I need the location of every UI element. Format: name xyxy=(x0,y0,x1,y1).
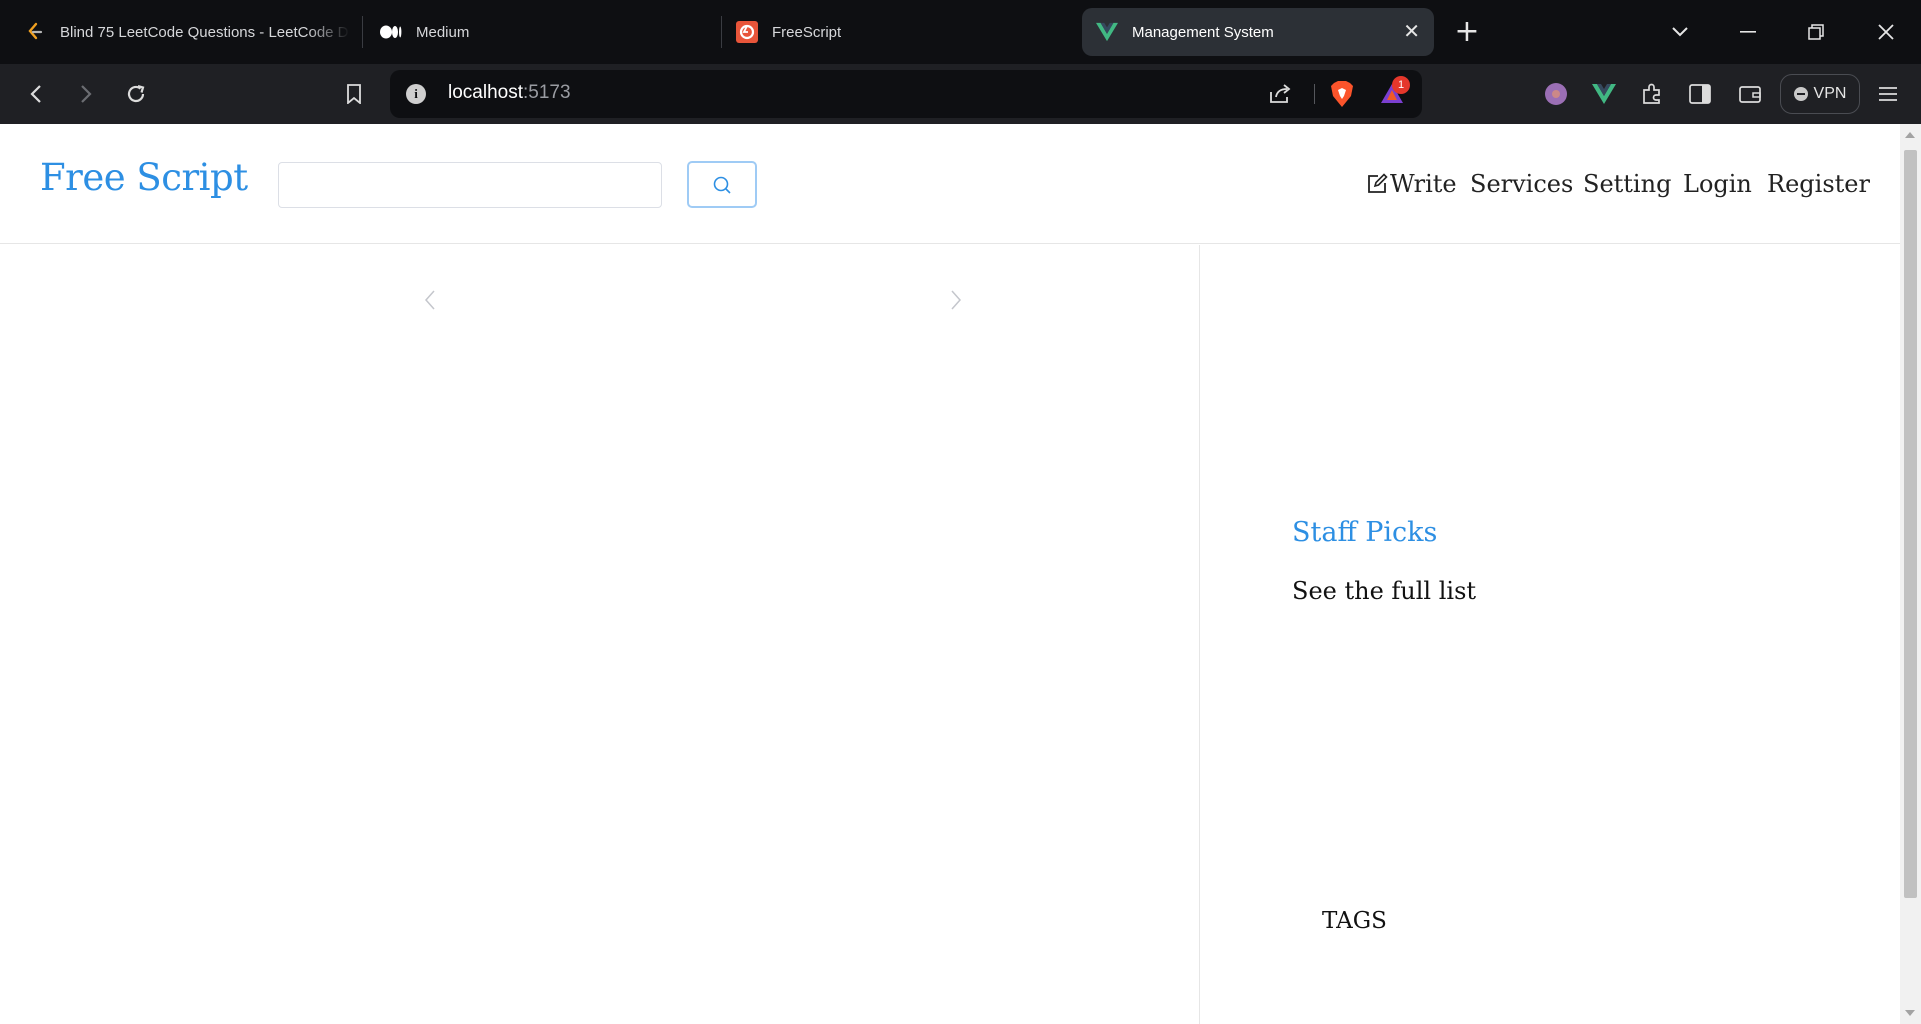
close-tab-icon[interactable]: ✕ xyxy=(1403,21,1420,43)
tab-title: Medium xyxy=(416,23,470,41)
url-port: :5173 xyxy=(523,82,571,103)
edit-icon xyxy=(1368,173,1388,193)
site-info-icon[interactable]: i xyxy=(406,84,426,104)
vue-devtools-icon[interactable] xyxy=(1588,78,1620,110)
nav-write[interactable]: Write xyxy=(1366,170,1457,198)
bookmark-icon[interactable] xyxy=(336,76,372,112)
search-button[interactable] xyxy=(687,161,757,208)
page-scrollbar[interactable] xyxy=(1900,124,1921,1024)
brave-shields-icon[interactable] xyxy=(1330,80,1354,112)
staff-picks-heading: Staff Picks xyxy=(1292,517,1438,548)
tab-strip: Blind 75 LeetCode Questions - LeetCode D… xyxy=(0,0,1921,64)
see-full-list-link[interactable]: See the full list xyxy=(1292,577,1476,605)
scroll-down-icon[interactable] xyxy=(1905,1010,1915,1016)
scroll-up-icon[interactable] xyxy=(1905,132,1915,138)
browser-toolbar: i localhost:5173 1 VPN xyxy=(0,64,1921,124)
url-host: localhost xyxy=(448,82,523,103)
share-icon[interactable] xyxy=(1268,82,1292,108)
carousel-area xyxy=(0,245,1200,1024)
search-icon xyxy=(713,176,731,194)
new-tab-icon[interactable]: + xyxy=(1452,17,1482,48)
tab-title: FreeScript xyxy=(772,23,842,41)
freescript-icon xyxy=(736,21,758,43)
tab-management-system[interactable]: Management System ✕ xyxy=(1082,8,1434,56)
rewards-badge: 1 xyxy=(1392,76,1410,94)
site-header: Free Script Write Services Setting Login… xyxy=(0,124,1900,244)
url-text: localhost:5173 xyxy=(448,82,571,104)
brave-rewards-icon[interactable]: 1 xyxy=(1380,76,1410,108)
url-divider xyxy=(1314,84,1315,104)
page-viewport: Free Script Write Services Setting Login… xyxy=(0,124,1900,1024)
hamburger-menu-icon[interactable] xyxy=(1872,78,1904,110)
vpn-label: VPN xyxy=(1813,85,1847,102)
vpn-status-icon xyxy=(1793,87,1808,101)
extensions-puzzle-icon[interactable] xyxy=(1636,78,1668,110)
profile-extension-icon[interactable] xyxy=(1540,78,1572,110)
wallet-icon[interactable] xyxy=(1734,78,1766,110)
tab-separator xyxy=(721,16,722,48)
medium-icon xyxy=(380,21,402,43)
forward-icon[interactable] xyxy=(68,76,104,112)
back-icon[interactable] xyxy=(18,76,54,112)
tab-leetcode[interactable]: Blind 75 LeetCode Questions - LeetCode D… xyxy=(24,8,354,56)
tags-heading: TAGS xyxy=(1322,908,1387,934)
nav-setting[interactable]: Setting xyxy=(1583,170,1671,198)
address-bar[interactable]: i localhost:5173 1 xyxy=(390,70,1422,118)
close-window-icon[interactable] xyxy=(1866,14,1906,50)
carousel-prev-icon[interactable] xyxy=(424,289,436,317)
nav-write-label: Write xyxy=(1390,170,1457,198)
search-input[interactable] xyxy=(278,162,662,208)
tab-separator xyxy=(362,16,363,48)
nav-services[interactable]: Services xyxy=(1470,170,1573,198)
restore-icon[interactable] xyxy=(1796,14,1836,50)
site-logo[interactable]: Free Script xyxy=(40,156,248,199)
nav-login[interactable]: Login xyxy=(1683,170,1752,198)
leetcode-icon xyxy=(24,21,46,43)
vpn-button[interactable]: VPN xyxy=(1780,74,1860,114)
sidebar-toggle-icon[interactable] xyxy=(1684,78,1716,110)
tab-freescript[interactable]: FreeScript xyxy=(736,8,1066,56)
vue-icon xyxy=(1096,21,1118,43)
reload-icon[interactable] xyxy=(118,76,154,112)
tab-medium[interactable]: Medium xyxy=(380,8,710,56)
nav-register[interactable]: Register xyxy=(1767,170,1870,198)
tab-title: Management System xyxy=(1132,23,1274,41)
scrollbar-thumb[interactable] xyxy=(1904,150,1917,898)
tab-title: Blind 75 LeetCode Questions - LeetCode D… xyxy=(60,23,350,41)
chevron-down-icon[interactable] xyxy=(1660,14,1700,50)
carousel-next-icon[interactable] xyxy=(950,289,962,317)
minimize-icon[interactable] xyxy=(1728,14,1768,50)
